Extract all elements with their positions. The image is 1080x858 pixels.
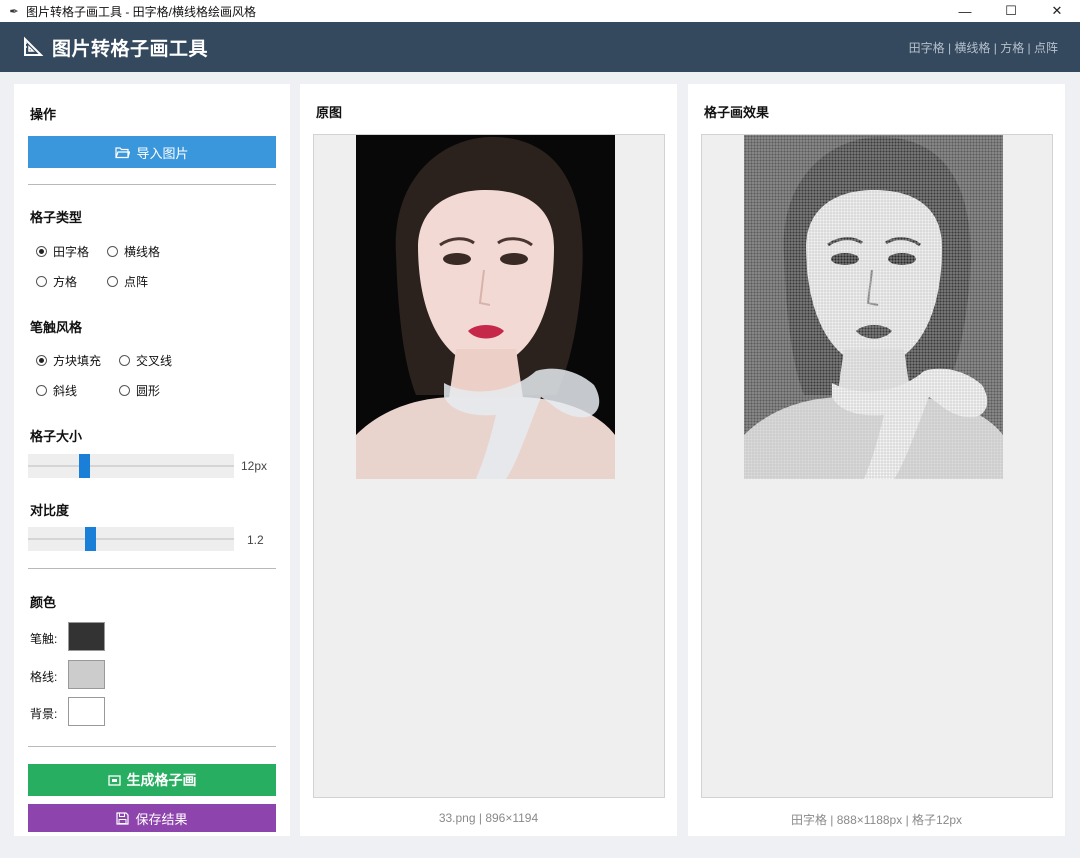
original-panel-title: 原图: [316, 105, 343, 120]
grid-size-title: 格子大小: [30, 429, 83, 444]
operations-title: 操作: [30, 107, 57, 122]
stroke-color-label: 笔触:: [30, 632, 58, 646]
radio-dot: [36, 355, 47, 366]
app-title: 图片转格子画工具: [52, 38, 209, 60]
radio-dot: [107, 276, 118, 287]
save-result-label: 保存结果: [135, 811, 188, 827]
import-image-button[interactable]: 导入图片: [28, 136, 276, 168]
window-title: 图片转格子画工具 - 田字格/横线格绘画风格: [26, 4, 256, 19]
contrast-title: 对比度: [30, 503, 70, 518]
stroke-style-title: 笔触风格: [30, 320, 83, 335]
radio-label: 田字格: [53, 245, 90, 259]
slider-thumb[interactable]: [85, 527, 96, 551]
close-button[interactable]: ✕: [1034, 0, 1080, 22]
original-image-canvas: [313, 134, 665, 798]
maximize-button[interactable]: ☐: [988, 0, 1034, 22]
original-image-caption: 33.png | 896×1194: [438, 811, 539, 825]
grid-type-title: 格子类型: [30, 210, 83, 225]
original-image-panel: 原图 33.png | 896×1194: [300, 84, 677, 836]
divider: [28, 184, 276, 185]
header-tagline: 田字格 | 横线格 | 方格 | 点阵: [908, 41, 1058, 55]
feather-icon: ✒: [9, 5, 19, 18]
grid-size-slider[interactable]: [28, 454, 234, 478]
folder-icon: [115, 146, 131, 158]
app-header: 图片转格子画工具 田字格 | 横线格 | 方格 | 点阵: [0, 22, 1080, 72]
radio-label: 点阵: [124, 275, 149, 289]
background-color-swatch[interactable]: [68, 697, 105, 726]
window-controls: — ☐ ✕: [942, 0, 1080, 22]
radio-label: 斜线: [53, 384, 78, 398]
radio-dot: [36, 385, 47, 396]
contrast-slider[interactable]: [28, 527, 234, 551]
slider-track: [28, 538, 234, 540]
divider: [28, 746, 276, 747]
result-panel: 格子画效果 田字格 | 888×1188px | 格子12px: [688, 84, 1065, 836]
radio-stroke-diagonal[interactable]: 斜线: [36, 382, 77, 399]
radio-grid-fangge[interactable]: 方格: [36, 273, 77, 290]
result-panel-title: 格子画效果: [704, 105, 770, 120]
radio-dot: [107, 246, 118, 257]
import-image-label: 导入图片: [136, 145, 189, 161]
result-image-canvas: [701, 134, 1053, 798]
grid-image-icon: [107, 774, 121, 786]
generate-button[interactable]: 生成格子画: [28, 764, 276, 796]
background-color-label: 背景:: [30, 707, 58, 721]
radio-label: 交叉线: [136, 354, 173, 368]
radio-label: 方格: [53, 275, 78, 289]
control-sidebar: 操作 导入图片 格子类型 田字格 横线格 方格 点阵 笔触风格 方块填充 交叉线…: [14, 84, 290, 836]
divider: [28, 568, 276, 569]
save-disk-icon: [116, 811, 130, 825]
radio-dot: [36, 276, 47, 287]
radio-stroke-circle[interactable]: 圆形: [119, 382, 160, 399]
radio-grid-hengxiange[interactable]: 横线格: [107, 243, 160, 260]
radio-dot: [119, 385, 130, 396]
generate-label: 生成格子画: [126, 772, 197, 788]
radio-stroke-crosshatch[interactable]: 交叉线: [119, 352, 172, 369]
radio-grid-dianzhen[interactable]: 点阵: [107, 273, 148, 290]
window-titlebar: ✒ 图片转格子画工具 - 田字格/横线格绘画风格 — ☐ ✕: [0, 0, 1080, 22]
radio-grid-tianzige[interactable]: 田字格: [36, 243, 89, 260]
radio-dot: [36, 246, 47, 257]
slider-track: [28, 465, 234, 467]
grid-size-value: 12px: [241, 459, 268, 473]
grid-color-label: 格线:: [30, 670, 58, 684]
slider-thumb[interactable]: [79, 454, 90, 478]
colors-title: 颜色: [30, 595, 57, 610]
original-portrait-image: [356, 135, 615, 479]
stroke-color-swatch[interactable]: [68, 622, 105, 651]
radio-label: 横线格: [124, 245, 161, 259]
result-image-caption: 田字格 | 888×1188px | 格子12px: [790, 813, 963, 827]
radio-label: 圆形: [136, 384, 161, 398]
save-result-button[interactable]: 保存结果: [28, 804, 276, 832]
ruler-triangle-icon: [24, 36, 44, 56]
radio-stroke-block-fill[interactable]: 方块填充: [36, 352, 101, 369]
minimize-button[interactable]: —: [942, 0, 988, 22]
radio-dot: [119, 355, 130, 366]
radio-label: 方块填充: [53, 354, 102, 368]
contrast-value: 1.2: [247, 533, 264, 547]
grid-color-swatch[interactable]: [68, 660, 105, 689]
grid-art-result-image: [744, 135, 1003, 479]
